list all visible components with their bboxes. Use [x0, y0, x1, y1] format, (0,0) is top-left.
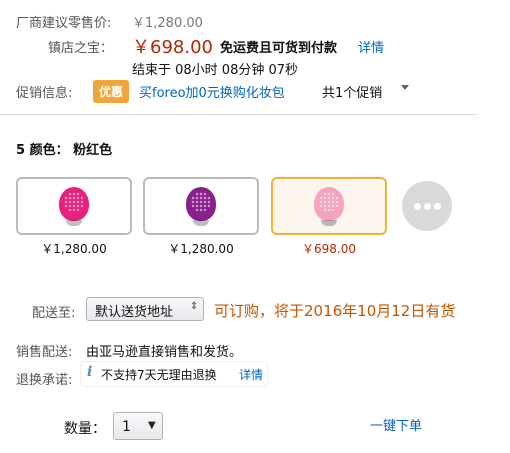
returns-value: 不支持7天无理由退换 — [101, 368, 217, 382]
shipping-note: 免运费且可货到付款 — [220, 41, 338, 56]
one-click-order-link[interactable]: 一键下单 — [370, 415, 422, 434]
info-icon: i — [87, 364, 93, 380]
device-image — [186, 187, 216, 226]
deal-price: ￥698.00 — [132, 37, 213, 58]
promotion-label: 促销信息: — [16, 86, 73, 101]
promotion-badge: 优惠 — [93, 80, 130, 103]
returns-label: 退换承诺: — [16, 373, 73, 388]
color-swatch-magenta[interactable] — [16, 177, 132, 235]
deal-label: 镇店之宝： — [48, 41, 114, 56]
color-header: 5 颜色： 粉红色 — [16, 139, 112, 158]
deal-countdown: 结束于 08小时 08分钟 07秒 — [132, 63, 299, 78]
caret-down-icon[interactable] — [401, 85, 409, 90]
swatch-price: ￥698.00 — [302, 242, 356, 256]
caret-down-icon: ▼ — [148, 420, 156, 431]
quantity-label: 数量： — [64, 421, 106, 437]
sales-label: 销售配送: — [16, 345, 73, 360]
deal-details-link[interactable]: 详情 — [358, 37, 384, 56]
color-swatch-purple[interactable] — [143, 177, 259, 235]
select-arrows-icon: ⇕ — [190, 301, 199, 312]
swatch-price: ￥1,280.00 — [41, 242, 107, 256]
color-label: 颜色： — [29, 143, 69, 158]
returns-details-link[interactable]: 详情 — [239, 366, 263, 383]
section-divider — [0, 114, 478, 115]
list-price-label: 厂商建议零售价: — [16, 16, 112, 31]
swatch-price: ￥1,280.00 — [168, 242, 234, 256]
returns-info-box: i 不支持7天无理由退换 详情 — [80, 361, 268, 387]
quantity-value: 1 — [122, 419, 131, 435]
device-image — [59, 187, 89, 226]
sales-value: 由亚马逊直接销售和发货。 — [86, 345, 243, 360]
color-selected-value: 粉红色 — [73, 143, 113, 158]
color-index: 5 — [16, 143, 26, 158]
promotion-offer-link[interactable]: 买foreo加0元换购化妆包 — [139, 82, 285, 101]
color-swatch-pink[interactable] — [271, 177, 387, 235]
promotion-count[interactable]: 共1个促销 — [322, 82, 382, 101]
address-select[interactable]: 默认送货地址 ⇕ — [86, 297, 204, 321]
ship-to-label: 配送至: — [32, 306, 76, 321]
list-price-value: ￥1,280.00 — [132, 16, 203, 31]
ellipsis-icon[interactable] — [402, 181, 452, 231]
address-select-value: 默认送货地址 — [95, 305, 174, 320]
quantity-select[interactable]: 1 ▼ — [113, 412, 163, 440]
device-image — [314, 187, 344, 226]
availability-message: 可订购，将于2016年10月12日有货 — [214, 302, 456, 320]
